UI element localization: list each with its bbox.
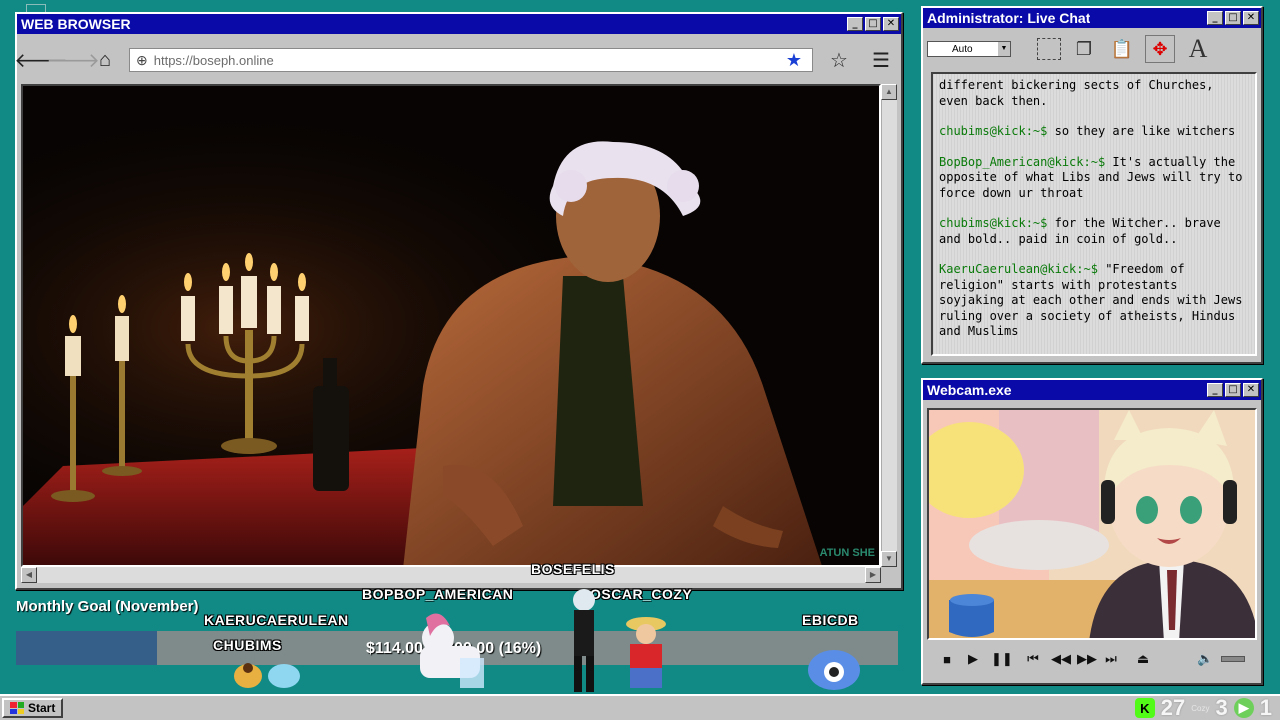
cozy-label: Cozy (1191, 703, 1210, 713)
address-toolbar: 🡐 🡒 ⌂ ⊕ https://boseph.online ★ ☆ ☰ (14, 42, 897, 78)
vtuber-avatar (929, 410, 1255, 638)
poliwag-sprite (808, 650, 860, 690)
horizontal-scrollbar[interactable]: ◀ ▶ (21, 567, 881, 583)
chatter-name: KAERUCAERULEAN (204, 612, 349, 628)
globe-icon: ⊕ (136, 51, 148, 68)
chat-username: chubims@kick:~$ (939, 216, 1048, 230)
minimize-button[interactable]: _ (847, 17, 863, 31)
close-button[interactable]: ✕ (1243, 383, 1259, 397)
viewer-count-2: 3 (1215, 695, 1228, 720)
chat-username: chubims@kick:~$ (939, 124, 1048, 138)
scroll-down-icon[interactable]: ▼ (881, 551, 897, 567)
fast-forward-icon[interactable]: ▶▶ (1077, 651, 1097, 667)
chat-username: BopBop_American@kick:~$ (939, 154, 1106, 169)
pause-icon[interactable]: ❚❚ (991, 651, 1013, 667)
system-tray: K 27 Cozy 3 ▶ 1 (1134, 695, 1280, 720)
eject-icon[interactable]: ⏏ (1135, 651, 1151, 667)
rumble-icon[interactable]: ▶ (1233, 698, 1254, 718)
viewer-count: 27 (1160, 695, 1186, 720)
minimize-button[interactable]: _ (1207, 11, 1223, 25)
forward-arrow-icon[interactable]: 🡒 (46, 48, 100, 72)
webcam-feed (927, 408, 1257, 640)
browser-window: WEB BROWSER _ □ ✕ 🡐 🡒 ⌂ ⊕ https://boseph… (14, 12, 903, 590)
webcam-title: Webcam.exe (927, 382, 1012, 398)
browser-titlebar[interactable]: WEB BROWSER _ □ ✕ (17, 14, 901, 34)
maximize-button[interactable]: □ (1225, 383, 1241, 397)
video-player[interactable]: ATUN SHE (21, 84, 881, 567)
chatter-name: CHUBIMS (213, 637, 282, 653)
volume-slider[interactable] (1221, 656, 1245, 662)
scroll-left-icon[interactable]: ◀ (21, 567, 37, 583)
maximize-button[interactable]: □ (865, 17, 881, 31)
minimize-button[interactable]: _ (1207, 383, 1223, 397)
pirate-sprite (626, 617, 666, 688)
video-frame (23, 86, 879, 565)
rewind-icon[interactable]: ◀◀ (1051, 651, 1071, 667)
skip-back-icon[interactable]: ⏮ (1025, 651, 1041, 667)
chatter-name: BOSEFELIS (531, 561, 615, 577)
chat-log[interactable]: different bickering sects of Churches, e… (931, 72, 1257, 356)
media-controls: ■ ▶ ❚❚ ⏮ ◀◀ ▶▶ ⏭ ⏏ 🔈 (931, 646, 1253, 672)
stop-icon[interactable]: ■ (939, 652, 955, 667)
pony-sprite (420, 613, 484, 688)
chat-message: different bickering sects of Churches, e… (939, 78, 1249, 109)
start-label: Start (28, 701, 56, 715)
chat-window: Administrator: Live Chat _ □ ✕ Auto ▼ ❐ … (921, 6, 1263, 364)
webcam-titlebar[interactable]: Webcam.exe _ □ ✕ (923, 380, 1261, 400)
chat-title: Administrator: Live Chat (927, 10, 1091, 26)
browser-title: WEB BROWSER (21, 16, 131, 32)
chat-message: chubims@kick:~$ for the Witcher.. brave … (939, 216, 1249, 247)
skip-forward-icon[interactable]: ⏭ (1103, 651, 1119, 667)
dragon-sprite (234, 663, 300, 688)
bookmark-star-icon[interactable]: ★ (782, 50, 806, 71)
paste-icon[interactable]: 📋 (1107, 35, 1137, 63)
viewer-count-3: 1 (1259, 695, 1272, 720)
goal-title: Monthly Goal (November) (16, 598, 199, 615)
knight-sprite (573, 589, 595, 692)
chat-username: KaeruCaerulean@kick:~$ (939, 262, 1098, 276)
chat-text: different bickering sects of Churches, e… (939, 78, 1214, 108)
close-button[interactable]: ✕ (1243, 11, 1259, 25)
chat-toolbar: Auto ▼ ❐ 📋 ✥ A (923, 30, 1261, 68)
select-icon[interactable] (1037, 38, 1061, 60)
windows-logo-icon (10, 702, 24, 714)
chat-message: KaeruCaerulean@kick:~$ "Freedom of relig… (939, 262, 1249, 340)
play-icon[interactable]: ▶ (965, 651, 981, 667)
vertical-scrollbar[interactable]: ▲ ▼ (881, 84, 897, 567)
scroll-up-icon[interactable]: ▲ (881, 84, 897, 100)
star-outline-icon[interactable]: ☆ (827, 48, 851, 72)
move-icon[interactable]: ✥ (1145, 35, 1175, 63)
chatter-name: OSCAR_COZY (590, 586, 693, 602)
address-bar[interactable]: ⊕ https://boseph.online ★ (129, 48, 813, 72)
chat-message: BopBop_American@kick:~$ It's actually th… (939, 155, 1249, 202)
copy-icon[interactable]: ❐ (1069, 35, 1099, 63)
home-icon[interactable]: ⌂ (93, 48, 117, 72)
chat-message: chubims@kick:~$ so they are like witcher… (939, 124, 1249, 140)
font-icon[interactable]: A (1183, 34, 1213, 63)
video-watermark: ATUN SHE (819, 547, 875, 559)
chat-titlebar[interactable]: Administrator: Live Chat _ □ ✕ (923, 8, 1261, 28)
chat-text: so they are like witchers (1054, 124, 1236, 138)
webcam-window: Webcam.exe _ □ ✕ ■ ▶ ❚❚ ⏮ ◀◀ ▶▶ ⏭ ⏏ 🔈 (921, 378, 1263, 685)
kick-icon[interactable]: K (1134, 698, 1155, 718)
font-size-select[interactable]: Auto ▼ (927, 41, 1011, 57)
start-button[interactable]: Start (2, 698, 64, 718)
volume-icon[interactable]: 🔈 (1197, 651, 1213, 667)
chatter-name: EBICDB (802, 612, 859, 628)
goal-progress-fill (16, 631, 158, 665)
chevron-down-icon[interactable]: ▼ (998, 42, 1010, 56)
menu-icon[interactable]: ☰ (869, 48, 893, 72)
close-button[interactable]: ✕ (883, 17, 899, 31)
scroll-right-icon[interactable]: ▶ (865, 567, 881, 583)
font-size-value: Auto (952, 43, 973, 55)
maximize-button[interactable]: □ (1225, 11, 1241, 25)
taskbar: Start K 27 Cozy 3 ▶ 1 (0, 694, 1280, 720)
chatter-name: BOPBOP_AMERICAN (362, 586, 514, 602)
url-text[interactable]: https://boseph.online (154, 53, 776, 68)
